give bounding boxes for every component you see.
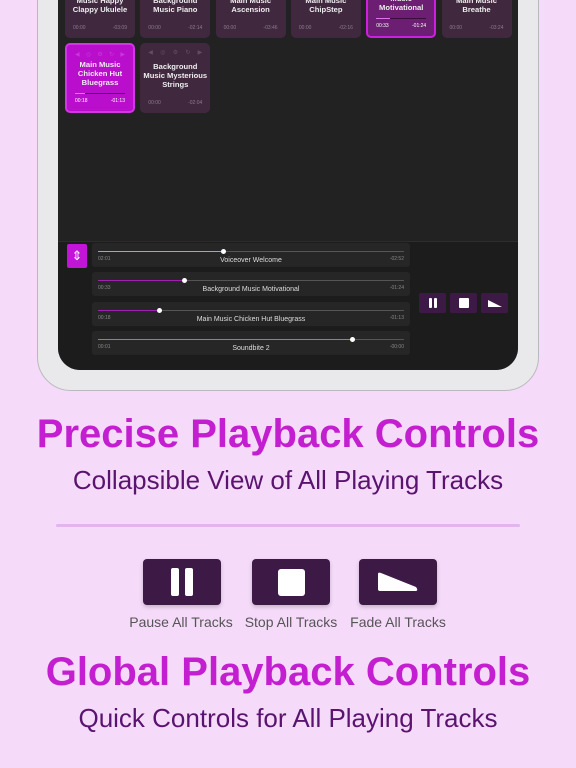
tile-remaining: -03:09 <box>112 25 127 31</box>
pause-all-label: Pause All Tracks <box>129 614 233 630</box>
playing-track-row: 00:18 Main Music Chicken Hut Bluegrass -01… <box>92 301 410 326</box>
playing-track-row: 00:01 Soundbite 2 -00:00 <box>92 330 410 355</box>
tile-remaining: -01:13 <box>110 98 125 104</box>
track-name: Soundbite 2 <box>232 344 270 352</box>
track-name: Background Music Motivational <box>202 286 300 294</box>
tile-elapsed: 00:00 <box>148 100 161 106</box>
tile-remaining: -02:16 <box>338 25 353 31</box>
track-tile[interactable]: ◀ ◎ ⚙ ↻ ▶ Background Music Mysterious Strings… <box>140 43 211 113</box>
scrubber-knob[interactable] <box>157 307 163 313</box>
stop-icon <box>277 568 305 596</box>
pause-icon <box>428 298 437 308</box>
remaining-time: -02:52 <box>389 256 404 262</box>
subhead-collapsible: Collapsible View of All Playing Tracks <box>72 465 504 495</box>
scrubber-knob[interactable] <box>221 249 227 254</box>
track-scrubber[interactable] <box>98 278 404 284</box>
headline-global: Global Playback Controls <box>45 650 531 694</box>
tile-remaining: -02:14 <box>188 25 203 31</box>
tile-title: Main Music Breathe <box>456 0 497 14</box>
tile-title: Background Music Motivational <box>379 0 424 12</box>
tile-elapsed: 00:18 <box>75 98 88 104</box>
tile-progress <box>75 93 125 94</box>
tile-remaining: -03:24 <box>489 25 504 31</box>
pause-icon <box>171 568 193 596</box>
fade-icon <box>378 572 418 591</box>
scrubber-knob[interactable] <box>181 278 187 284</box>
track-tile[interactable]: ◀◎⚙↻▶Main Music ChipStep00:00-02:16 <box>290 0 361 38</box>
tile-title: Main Music Ascension <box>230 0 272 14</box>
app-screen: ◀◎⚙↻▶ Music Happy Clappy Ukulele 00:00 -03:… <box>58 0 518 370</box>
collapse-handle-icon[interactable]: ⇕ <box>67 244 87 268</box>
track-tile[interactable]: ◀ ◎ ⚙ ↻ ▶ Main Music Chicken Hut Bluegrass 00:… <box>65 43 135 113</box>
pause-all-button[interactable] <box>143 559 221 605</box>
pause-all-small-button[interactable] <box>419 293 446 313</box>
tile-controls-icons: ◀ ◎ ⚙ ↻ ▶ <box>75 52 125 58</box>
tile-elapsed: 00:00 <box>298 25 312 31</box>
track-scrubber[interactable] <box>98 307 404 313</box>
track-tile[interactable]: ◀◎⚙↻▶Main Music Ascension00:00-03:46 <box>215 0 286 38</box>
tile-elapsed: 00:00 <box>73 25 86 31</box>
track-name: Main Music Chicken Hut Bluegrass <box>196 315 306 323</box>
track-tile[interactable]: ◀◎⚙↻▶Main Music Breathe00:00-03:24 <box>441 0 512 38</box>
tile-elapsed: 00:00 <box>449 25 463 31</box>
scrubber-knob[interactable] <box>349 336 355 342</box>
divider <box>56 524 520 527</box>
remaining-time: -01:13 <box>389 314 404 321</box>
fade-all-small-button[interactable] <box>481 293 508 313</box>
playing-tracks-panel: ⇕ 02:01 Voiceover Welcome -02:52 00:33 Backg… <box>58 241 518 370</box>
tile-title: Background Music Mysterious Strings <box>143 62 208 89</box>
fade-all-button[interactable] <box>359 559 437 605</box>
stop-all-button[interactable] <box>252 559 330 605</box>
stop-all-small-button[interactable] <box>450 293 477 313</box>
track-tile[interactable]: ◀◎⚙↻▶Background Music Piano00:00-02:14 <box>140 0 211 38</box>
playing-track-row: 02:01 Voiceover Welcome -02:52 <box>92 243 410 267</box>
stop-all-label: Stop All Tracks <box>244 614 338 630</box>
tile-remaining: -01:24 <box>412 23 427 29</box>
remaining-time: -00:00 <box>389 343 404 350</box>
track-name: Voiceover Welcome <box>220 257 282 264</box>
tile-elapsed: 00:00 <box>148 25 161 31</box>
tile-remaining: -02:04 <box>188 100 203 106</box>
fade-all-label: Fade All Tracks <box>350 614 446 630</box>
tile-title: Background Music Piano <box>153 0 198 14</box>
tile-elapsed: 00:33 <box>376 23 389 29</box>
track-tile[interactable]: ◀◎⚙↻▶Background Music Motivational00:33-… <box>366 0 437 38</box>
playing-track-row: 00:33 Background Music Motivational -01:24 <box>92 272 410 297</box>
tile-title: Main Music ChipStep <box>305 0 347 14</box>
tile-title: Music Happy Clappy Ukulele <box>72 0 128 14</box>
tile-progress <box>376 18 427 19</box>
tile-remaining: -03:46 <box>263 25 278 31</box>
tile-title: Main Music Chicken Hut Bluegrass <box>77 60 123 87</box>
headline-precise: Precise Playback Controls <box>36 412 540 456</box>
subhead-quick: Quick Controls for All Playing Tracks <box>78 703 498 733</box>
fade-icon <box>487 299 502 307</box>
tile-controls-icons: ◀ ◎ ⚙ ↻ ▶ <box>148 50 203 56</box>
remaining-time: -01:24 <box>389 285 404 292</box>
track-scrubber[interactable] <box>98 336 404 342</box>
stop-icon <box>458 298 469 308</box>
track-tile[interactable]: ◀◎⚙↻▶Music Happy Clappy Ukulele00:00-03:… <box>65 0 135 38</box>
tile-elapsed: 00:00 <box>223 25 237 31</box>
track-scrubber[interactable] <box>98 249 404 254</box>
